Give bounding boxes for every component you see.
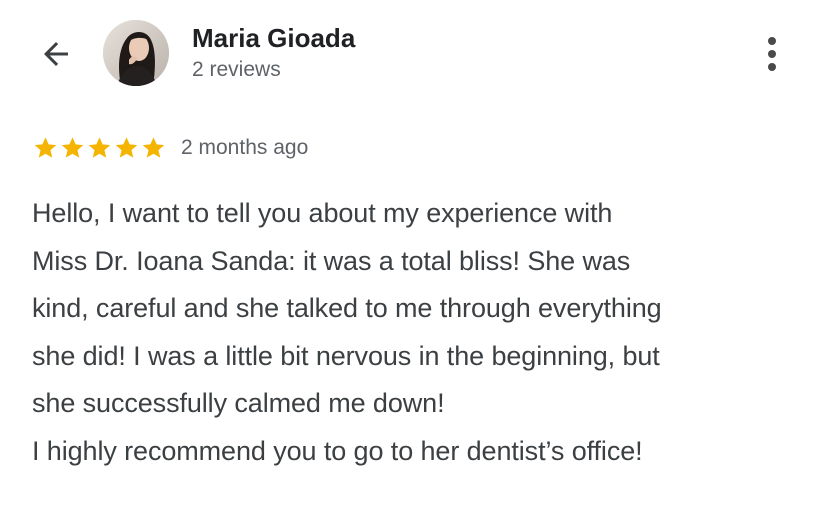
review-text-line: she did! I was a little bit nervous in t… (32, 340, 660, 371)
star-rating (32, 135, 167, 161)
star-icon (61, 137, 84, 158)
star-icon (115, 137, 138, 158)
review-detail-screen: Maria Gioada 2 reviews 2 months ago Hell… (0, 0, 828, 506)
review-text-line: she successfully calmed me down! (32, 388, 445, 418)
author-review-count: 2 reviews (192, 58, 281, 81)
back-button[interactable] (34, 32, 78, 76)
author-info: Maria Gioada 2 reviews (192, 22, 355, 84)
avatar[interactable] (103, 20, 169, 86)
star-icon (142, 137, 165, 158)
rating-row: 2 months ago (32, 133, 308, 163)
review-text-line: Miss Dr. Ioana Sanda: it was a total bli… (32, 245, 631, 276)
more-options-button[interactable] (752, 32, 792, 76)
author-name[interactable]: Maria Gioada (192, 22, 355, 54)
review-text-line: kind, careful and she talked to me throu… (32, 293, 662, 323)
arrow-left-icon (44, 42, 68, 66)
profile-photo (103, 20, 169, 86)
more-vertical-icon-dot-2 (768, 50, 776, 58)
star-icon (34, 137, 57, 158)
more-vertical-icon-dot-3 (768, 63, 776, 71)
review-text: Hello, I want to tell you about my exper… (32, 190, 822, 475)
review-text-line: Hello, I want to tell you about my exper… (32, 198, 613, 228)
more-vertical-icon (768, 37, 776, 45)
review-text-line: I highly recommend you to go to her dent… (32, 435, 643, 466)
review-date: 2 months ago (181, 136, 309, 159)
star-icon (88, 137, 111, 158)
review-header: Maria Gioada 2 reviews (0, 0, 828, 110)
